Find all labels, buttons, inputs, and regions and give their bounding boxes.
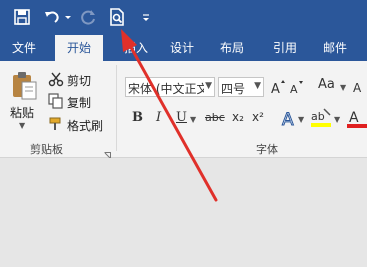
annotation-arrow <box>121 29 218 202</box>
